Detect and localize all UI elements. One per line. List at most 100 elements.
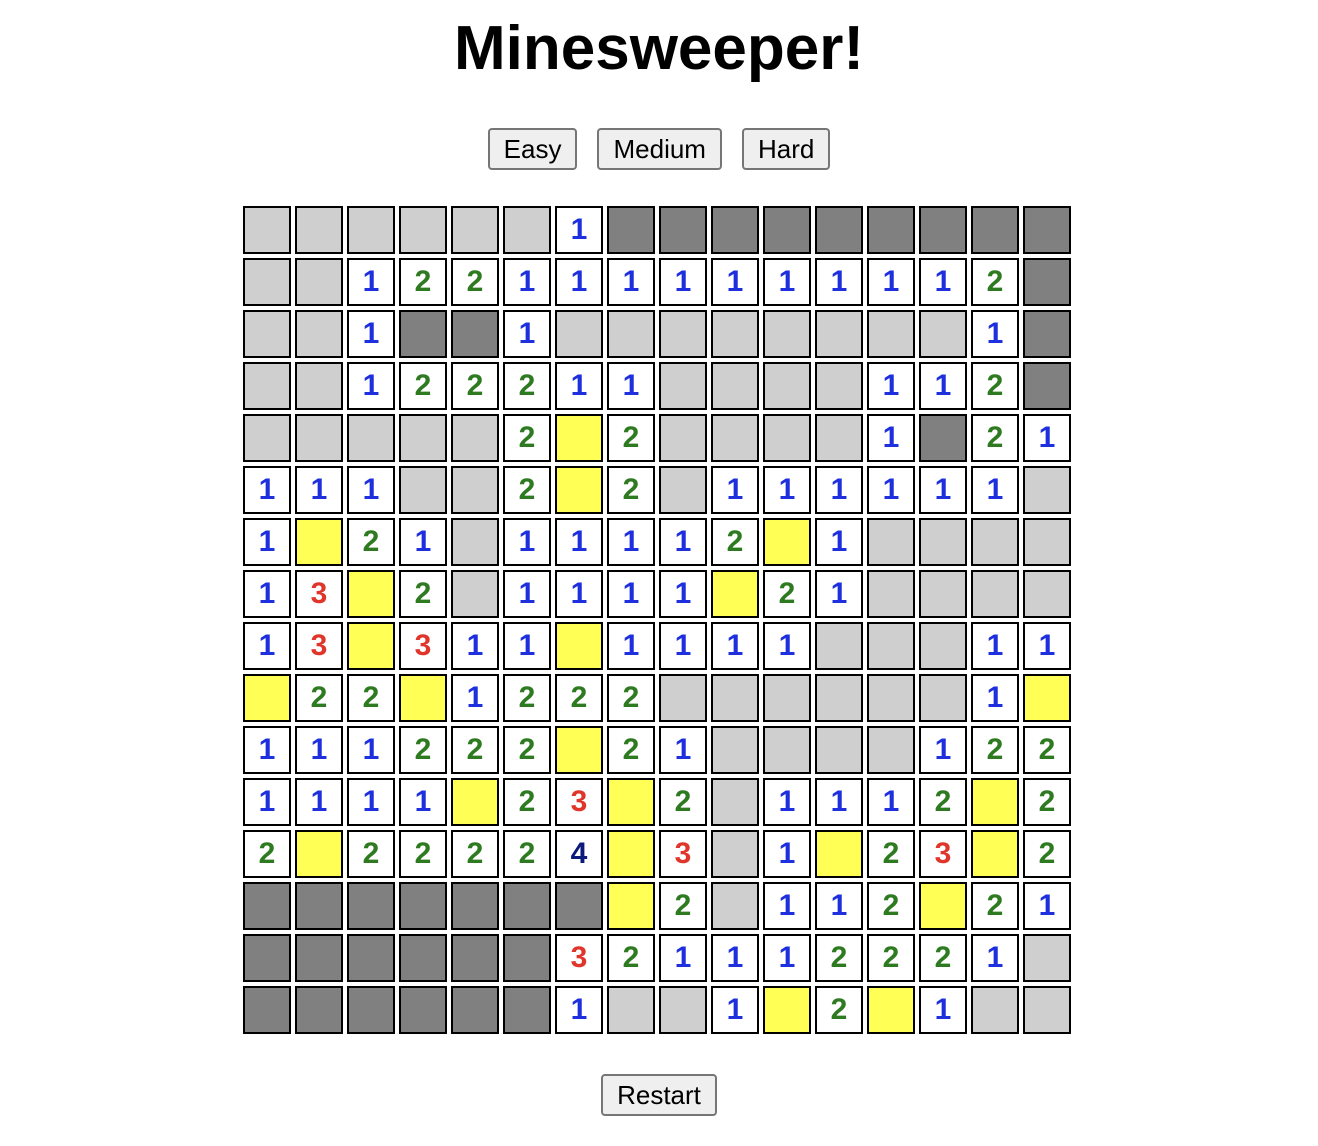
- number-cell[interactable]: 1: [1023, 622, 1071, 670]
- hidden-cell[interactable]: [1023, 986, 1071, 1034]
- hidden-cell[interactable]: [815, 362, 863, 410]
- hidden-cell[interactable]: [399, 206, 447, 254]
- number-cell[interactable]: 1: [763, 934, 811, 982]
- number-cell[interactable]: 2: [815, 986, 863, 1034]
- number-cell[interactable]: 2: [971, 882, 1019, 930]
- number-cell[interactable]: 3: [555, 778, 603, 826]
- hidden-cell[interactable]: [295, 206, 343, 254]
- number-cell[interactable]: 2: [919, 778, 967, 826]
- flagged-cell[interactable]: [867, 986, 915, 1034]
- number-cell[interactable]: 2: [503, 674, 551, 722]
- hidden-cell[interactable]: [815, 622, 863, 670]
- number-cell[interactable]: 1: [971, 466, 1019, 514]
- number-cell[interactable]: 1: [555, 206, 603, 254]
- hidden-cell[interactable]: [815, 310, 863, 358]
- dark-cell[interactable]: [555, 882, 603, 930]
- number-cell[interactable]: 1: [815, 258, 863, 306]
- number-cell[interactable]: 2: [815, 934, 863, 982]
- dark-cell[interactable]: [451, 986, 499, 1034]
- hidden-cell[interactable]: [295, 310, 343, 358]
- number-cell[interactable]: 2: [971, 726, 1019, 774]
- dark-cell[interactable]: [347, 882, 395, 930]
- number-cell[interactable]: 2: [503, 414, 551, 462]
- number-cell[interactable]: 2: [607, 674, 655, 722]
- number-cell[interactable]: 1: [659, 622, 707, 670]
- dark-cell[interactable]: [503, 882, 551, 930]
- hidden-cell[interactable]: [867, 726, 915, 774]
- number-cell[interactable]: 3: [295, 570, 343, 618]
- hidden-cell[interactable]: [451, 414, 499, 462]
- hidden-cell[interactable]: [451, 570, 499, 618]
- number-cell[interactable]: 1: [867, 258, 915, 306]
- number-cell[interactable]: 2: [867, 830, 915, 878]
- hidden-cell[interactable]: [919, 518, 967, 566]
- number-cell[interactable]: 1: [347, 310, 395, 358]
- number-cell[interactable]: 1: [815, 882, 863, 930]
- number-cell[interactable]: 1: [347, 466, 395, 514]
- number-cell[interactable]: 1: [503, 622, 551, 670]
- hidden-cell[interactable]: [867, 570, 915, 618]
- hidden-cell[interactable]: [295, 362, 343, 410]
- hidden-cell[interactable]: [919, 570, 967, 618]
- flagged-cell[interactable]: [607, 882, 655, 930]
- flagged-cell[interactable]: [399, 674, 447, 722]
- number-cell[interactable]: 1: [867, 466, 915, 514]
- number-cell[interactable]: 1: [295, 466, 343, 514]
- flagged-cell[interactable]: [243, 674, 291, 722]
- hidden-cell[interactable]: [1023, 518, 1071, 566]
- number-cell[interactable]: 1: [555, 986, 603, 1034]
- hidden-cell[interactable]: [1023, 934, 1071, 982]
- flagged-cell[interactable]: [347, 622, 395, 670]
- number-cell[interactable]: 2: [399, 362, 447, 410]
- number-cell[interactable]: 1: [1023, 882, 1071, 930]
- hidden-cell[interactable]: [451, 518, 499, 566]
- number-cell[interactable]: 1: [555, 570, 603, 618]
- number-cell[interactable]: 2: [399, 830, 447, 878]
- number-cell[interactable]: 1: [295, 726, 343, 774]
- number-cell[interactable]: 1: [711, 622, 759, 670]
- number-cell[interactable]: 1: [399, 518, 447, 566]
- number-cell[interactable]: 1: [607, 258, 655, 306]
- number-cell[interactable]: 1: [867, 778, 915, 826]
- number-cell[interactable]: 2: [1023, 778, 1071, 826]
- number-cell[interactable]: 1: [607, 362, 655, 410]
- flagged-cell[interactable]: [763, 986, 811, 1034]
- hidden-cell[interactable]: [451, 206, 499, 254]
- number-cell[interactable]: 2: [503, 362, 551, 410]
- number-cell[interactable]: 1: [659, 258, 707, 306]
- number-cell[interactable]: 1: [243, 570, 291, 618]
- flagged-cell[interactable]: [555, 622, 603, 670]
- number-cell[interactable]: 2: [503, 726, 551, 774]
- number-cell[interactable]: 1: [347, 362, 395, 410]
- number-cell[interactable]: 2: [607, 466, 655, 514]
- hidden-cell[interactable]: [659, 986, 707, 1034]
- dark-cell[interactable]: [399, 310, 447, 358]
- number-cell[interactable]: 1: [711, 466, 759, 514]
- dark-cell[interactable]: [503, 934, 551, 982]
- dark-cell[interactable]: [295, 882, 343, 930]
- number-cell[interactable]: 1: [347, 778, 395, 826]
- hidden-cell[interactable]: [971, 518, 1019, 566]
- flagged-cell[interactable]: [815, 830, 863, 878]
- number-cell[interactable]: 1: [711, 934, 759, 982]
- number-cell[interactable]: 1: [867, 362, 915, 410]
- hidden-cell[interactable]: [919, 310, 967, 358]
- hidden-cell[interactable]: [399, 414, 447, 462]
- flagged-cell[interactable]: [347, 570, 395, 618]
- number-cell[interactable]: 2: [711, 518, 759, 566]
- number-cell[interactable]: 3: [399, 622, 447, 670]
- number-cell[interactable]: 1: [243, 622, 291, 670]
- hidden-cell[interactable]: [555, 310, 603, 358]
- number-cell[interactable]: 1: [867, 414, 915, 462]
- hidden-cell[interactable]: [919, 622, 967, 670]
- number-cell[interactable]: 1: [919, 986, 967, 1034]
- dark-cell[interactable]: [815, 206, 863, 254]
- number-cell[interactable]: 1: [763, 778, 811, 826]
- number-cell[interactable]: 1: [503, 310, 551, 358]
- number-cell[interactable]: 1: [295, 778, 343, 826]
- hidden-cell[interactable]: [659, 466, 707, 514]
- dark-cell[interactable]: [399, 986, 447, 1034]
- flagged-cell[interactable]: [555, 726, 603, 774]
- number-cell[interactable]: 3: [659, 830, 707, 878]
- medium-button[interactable]: Medium: [597, 128, 722, 170]
